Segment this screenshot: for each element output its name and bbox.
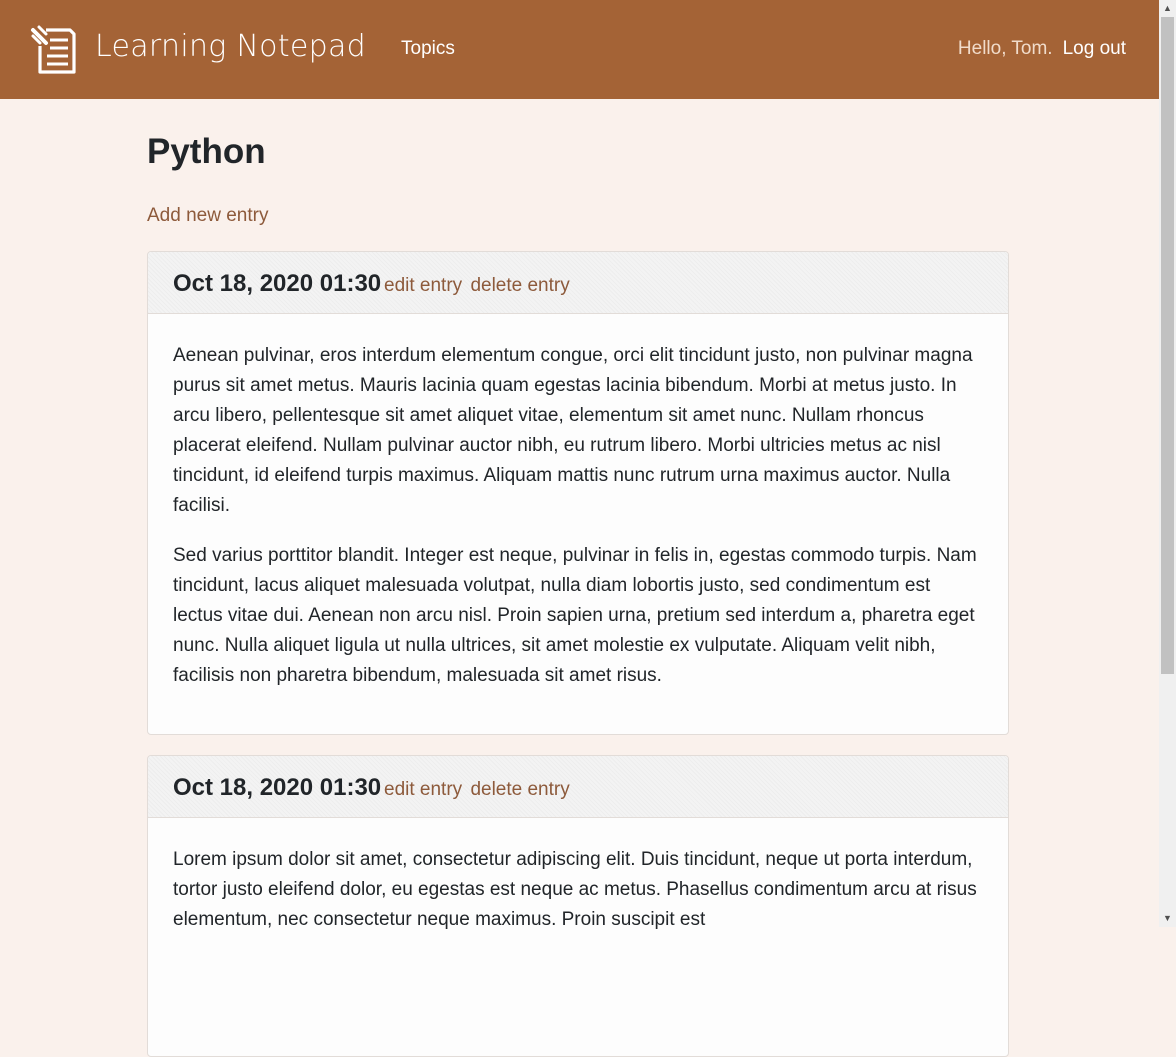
delete-entry-link[interactable]: delete entry: [470, 275, 569, 296]
entry-header: Oct 18, 2020 01:30 edit entry delete ent…: [148, 756, 1008, 818]
entry-body: Aenean pulvinar, eros interdum elementum…: [148, 314, 1008, 691]
user-nav: Hello, Tom. Log out: [958, 38, 1126, 60]
entry-header: Oct 18, 2020 01:30 edit entry delete ent…: [148, 252, 1008, 314]
entry-card: Oct 18, 2020 01:30 edit entry delete ent…: [147, 251, 1009, 735]
nav-topics-link[interactable]: Topics: [401, 38, 455, 60]
entry-paragraph: Lorem ipsum dolor sit amet, consectetur …: [173, 849, 977, 930]
entry-card: Oct 18, 2020 01:30 edit entry delete ent…: [147, 755, 1009, 1057]
scroll-up-arrow-icon[interactable]: ▲: [1159, 0, 1176, 17]
entry-body: Lorem ipsum dolor sit amet, consectetur …: [148, 818, 1008, 935]
entry-actions: edit entry delete entry: [384, 779, 573, 801]
notepad-icon: [31, 25, 76, 74]
navbar: Learning Notepad Topics Hello, Tom. Log …: [0, 0, 1159, 99]
brand-name: Learning Notepad: [95, 28, 367, 64]
entry-paragraph: Sed varius porttitor blandit. Integer es…: [173, 545, 977, 686]
page-title: Python: [147, 132, 266, 171]
entry-actions: edit entry delete entry: [384, 275, 573, 297]
brand-link[interactable]: Learning Notepad: [30, 24, 366, 76]
delete-entry-link[interactable]: delete entry: [470, 779, 569, 800]
edit-entry-link[interactable]: edit entry: [384, 275, 462, 296]
scroll-down-arrow-icon[interactable]: ▼: [1159, 910, 1176, 927]
add-entry-link[interactable]: Add new entry: [147, 205, 268, 227]
edit-entry-link[interactable]: edit entry: [384, 779, 462, 800]
vertical-scrollbar[interactable]: ▲ ▼: [1159, 0, 1176, 927]
entry-date: Oct 18, 2020 01:30: [173, 270, 382, 297]
entry-paragraph: Aenean pulvinar, eros interdum elementum…: [173, 345, 973, 516]
user-greeting: Hello, Tom.: [957, 38, 1053, 59]
entry-date: Oct 18, 2020 01:30: [173, 774, 382, 801]
logout-link[interactable]: Log out: [1063, 38, 1126, 60]
scrollbar-thumb[interactable]: [1161, 17, 1174, 674]
